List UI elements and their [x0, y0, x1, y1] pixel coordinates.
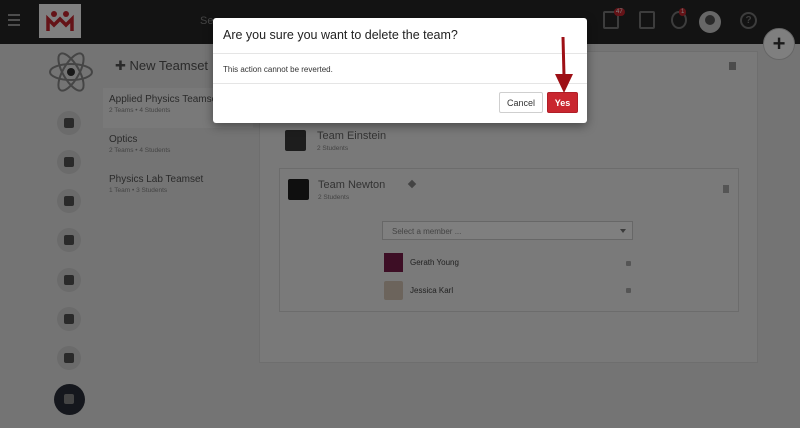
modal-footer: Cancel Yes — [213, 84, 587, 122]
modal-message: This action cannot be reverted. — [213, 54, 587, 84]
annotation-arrow-icon — [555, 36, 573, 93]
modal-title: Are you sure you want to delete the team… — [213, 18, 587, 54]
confirm-delete-modal: Are you sure you want to delete the team… — [213, 18, 587, 123]
cancel-button[interactable]: Cancel — [499, 92, 543, 113]
confirm-yes-button[interactable]: Yes — [547, 92, 578, 113]
